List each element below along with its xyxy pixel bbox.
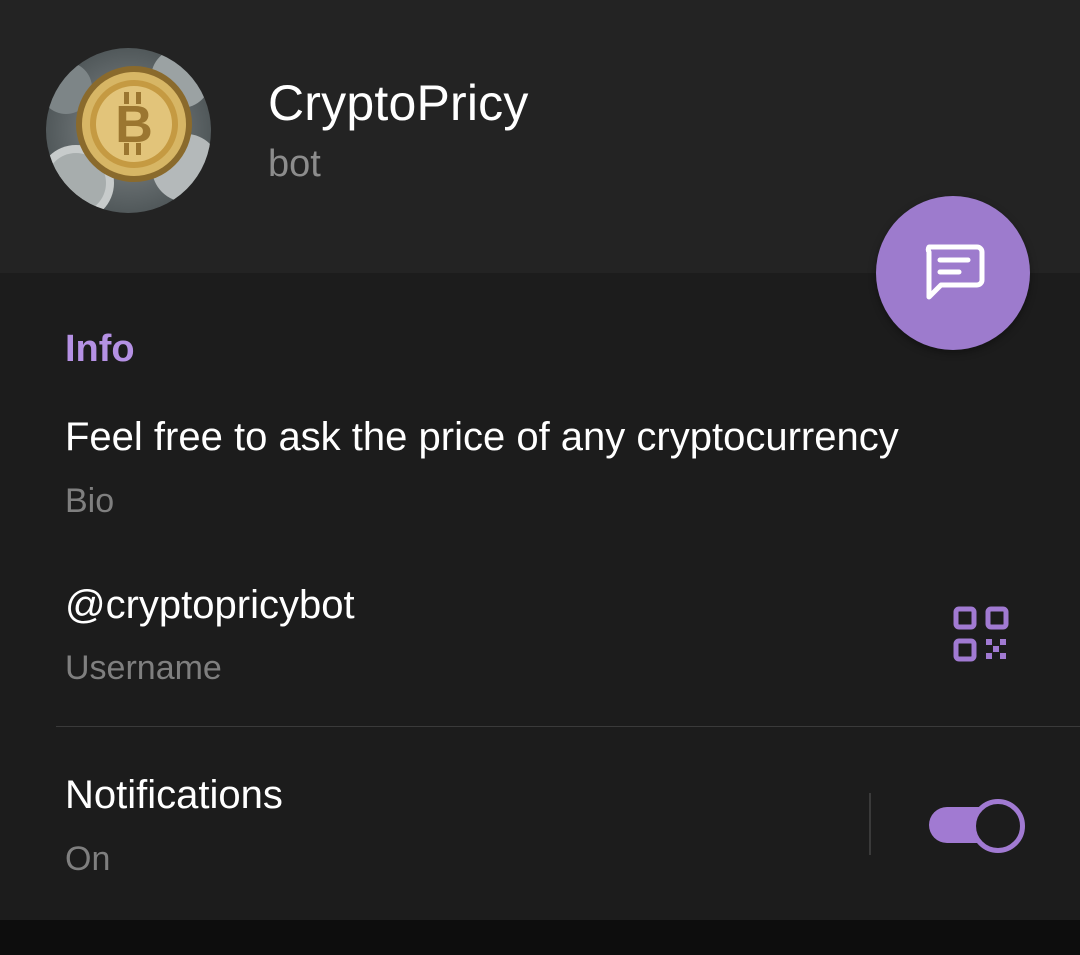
message-icon — [925, 244, 985, 300]
bottom-edge — [0, 920, 1080, 955]
profile-name: CryptoPricy — [268, 75, 529, 131]
bio-label: Bio — [65, 482, 115, 520]
notifications-status: On — [65, 840, 111, 878]
divider — [56, 726, 1080, 727]
notifications-toggle[interactable] — [927, 797, 1025, 853]
bitcoin-coin-icon: B — [46, 48, 211, 213]
profile-status: bot — [268, 143, 321, 185]
bio-text[interactable]: Feel free to ask the price of any crypto… — [65, 415, 899, 460]
toggle-thumb — [971, 799, 1025, 853]
profile-screen: B CryptoPricy bot Info Feel free to ask … — [0, 0, 1080, 955]
notifications-title[interactable]: Notifications — [65, 773, 283, 818]
username-text[interactable]: @cryptopricybot — [65, 583, 355, 628]
qr-code-button[interactable] — [953, 606, 1009, 662]
section-title-info: Info — [65, 328, 135, 370]
qr-code-icon — [953, 606, 1009, 662]
avatar[interactable]: B — [46, 48, 211, 213]
vertical-separator — [869, 793, 871, 855]
username-label: Username — [65, 649, 222, 687]
send-message-button[interactable] — [876, 196, 1030, 350]
info-section: Info Feel free to ask the price of any c… — [0, 273, 1080, 920]
svg-text:B: B — [115, 96, 153, 154]
